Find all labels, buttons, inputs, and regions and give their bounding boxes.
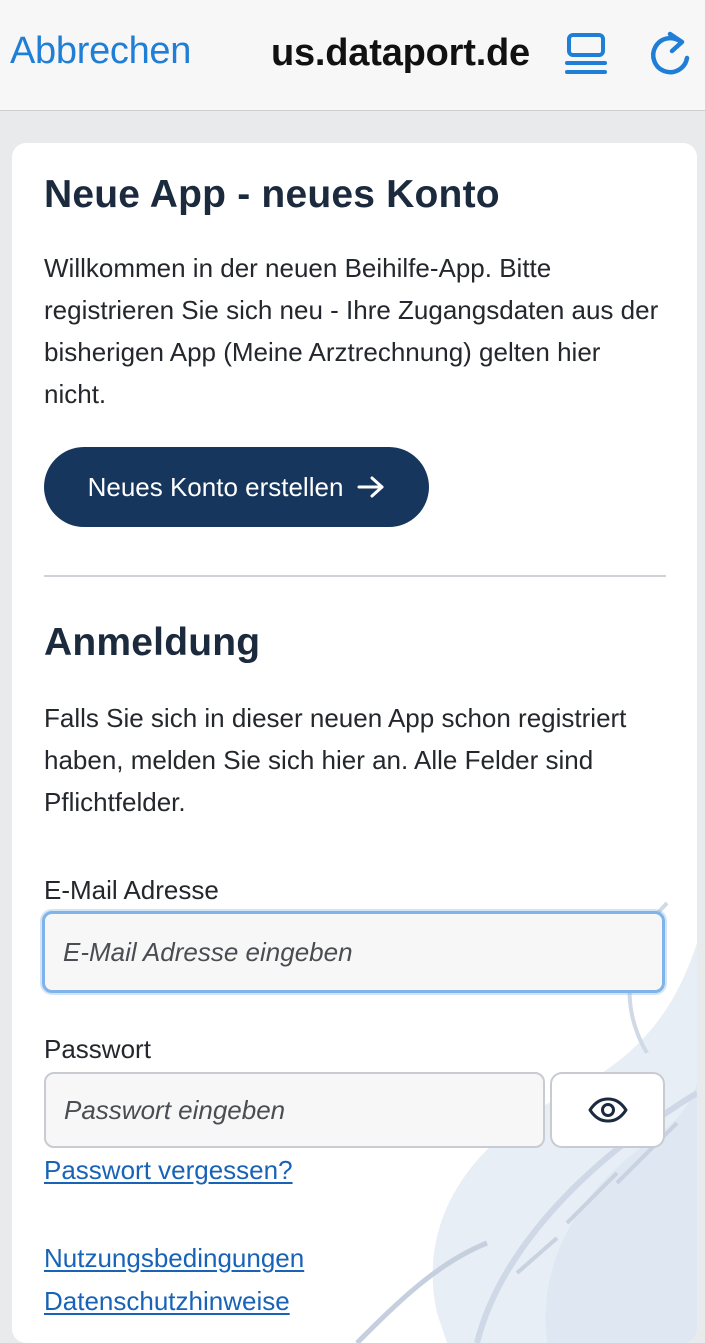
register-text: Willkommen in der neuen Beihilfe-App. Bi… bbox=[44, 253, 659, 409]
url-fade bbox=[245, 30, 271, 78]
privacy-link[interactable]: Datenschutzhinweise bbox=[44, 1286, 290, 1317]
show-password-button[interactable] bbox=[550, 1072, 665, 1148]
login-text: Falls Sie sich in dieser neuen App schon… bbox=[44, 703, 627, 817]
eye-icon bbox=[588, 1097, 627, 1123]
login-title: Anmeldung bbox=[44, 621, 261, 664]
browser-toolbar: Abbrechen us.dataport.de bbox=[0, 0, 705, 111]
content-card: Neue App - neues Konto Willkommen in der… bbox=[12, 143, 697, 1343]
create-account-button[interactable]: Neues Konto erstellen bbox=[44, 447, 429, 527]
register-title: Neue App - neues Konto bbox=[44, 173, 500, 216]
email-field[interactable] bbox=[42, 911, 665, 993]
address-bar[interactable]: us.dataport.de bbox=[245, 30, 530, 78]
section-divider bbox=[44, 575, 666, 577]
forgot-password-link[interactable]: Passwort vergessen? bbox=[44, 1155, 293, 1186]
terms-link[interactable]: Nutzungsbedingungen bbox=[44, 1243, 304, 1274]
create-account-label: Neues Konto erstellen bbox=[87, 471, 344, 502]
arrow-right-icon bbox=[357, 476, 384, 498]
reload-icon[interactable] bbox=[648, 30, 694, 80]
url-text: us.dataport.de bbox=[270, 32, 530, 74]
password-label: Passwort bbox=[44, 1034, 151, 1064]
email-label: E-Mail Adresse bbox=[44, 875, 219, 905]
password-field[interactable] bbox=[44, 1072, 545, 1148]
cancel-button[interactable]: Abbrechen bbox=[10, 30, 191, 73]
reader-view-icon[interactable] bbox=[563, 30, 609, 80]
